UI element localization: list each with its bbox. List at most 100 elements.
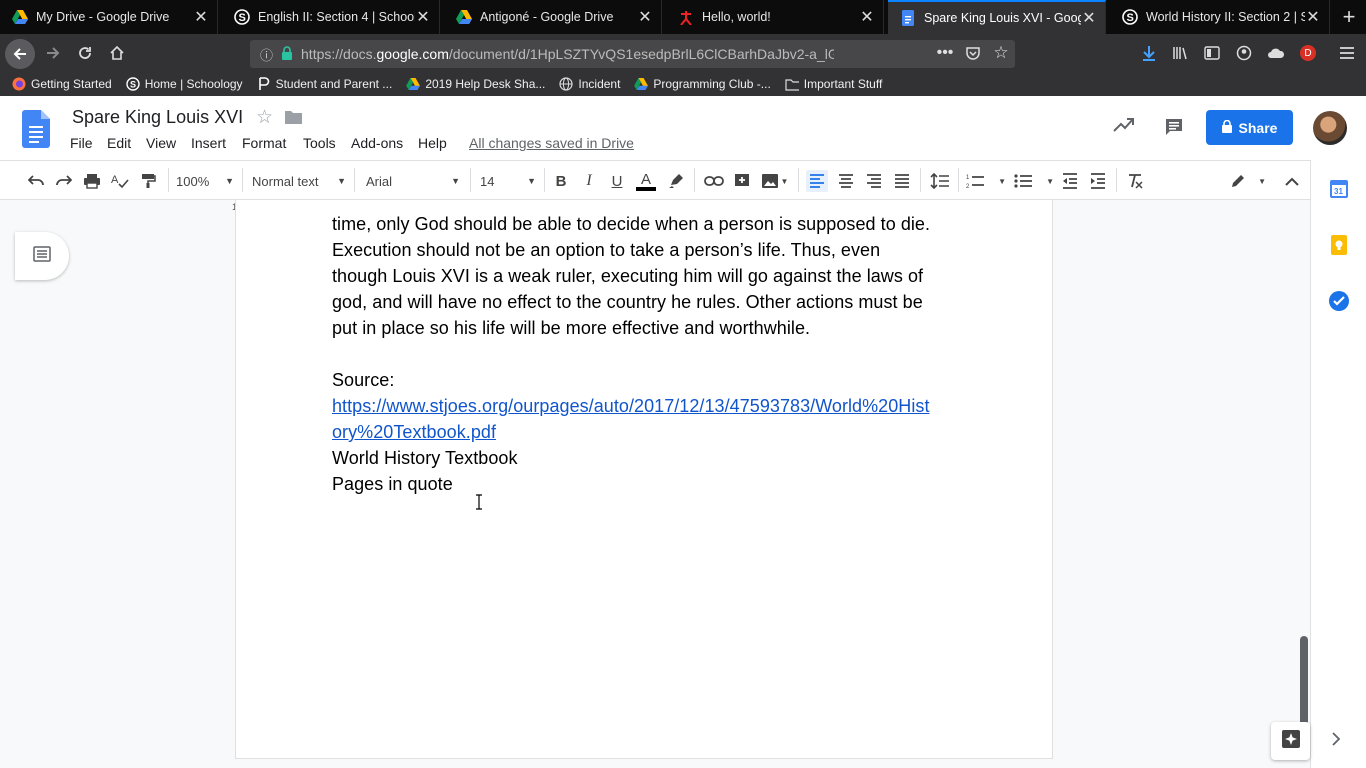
avatar[interactable] xyxy=(1313,111,1347,145)
increase-indent-icon[interactable] xyxy=(1087,170,1109,192)
google-docs-icon xyxy=(900,10,916,26)
menu-file[interactable]: File xyxy=(70,135,93,151)
info-icon[interactable]: ⓘ xyxy=(260,45,273,64)
bookmark-folder-important[interactable]: Important Stuff xyxy=(785,77,882,91)
line-spacing-icon[interactable] xyxy=(928,170,952,192)
star-icon[interactable]: ☆ xyxy=(256,106,273,129)
bookmark-home-schoology[interactable]: S Home | Schoology xyxy=(126,77,243,91)
italic-icon[interactable]: I xyxy=(579,170,599,192)
font-family-select[interactable]: Arial ▼ xyxy=(366,170,460,192)
pocket-icon[interactable] xyxy=(958,38,988,68)
source-link[interactable]: https://www.stjoes.org/ourpages/auto/201… xyxy=(332,396,930,417)
google-drive-icon xyxy=(456,9,472,25)
print-icon[interactable] xyxy=(81,170,103,192)
numbered-list-icon[interactable]: 1 2 ▼ xyxy=(966,170,1006,192)
align-right-icon[interactable] xyxy=(863,170,885,192)
home-button[interactable] xyxy=(102,38,132,68)
source-pages: Pages in quote xyxy=(332,474,453,494)
url-bar[interactable]: ⓘ https://docs. google.com/document/d/1Hp… xyxy=(250,40,1015,68)
menu-insert[interactable]: Insert xyxy=(191,135,226,151)
bookmark-help-desk[interactable]: 2019 Help Desk Sha... xyxy=(406,77,545,91)
share-button[interactable]: Share xyxy=(1206,110,1293,145)
keep-icon[interactable] xyxy=(1331,235,1347,260)
reload-button[interactable] xyxy=(70,38,100,68)
menu-tools[interactable]: Tools xyxy=(303,135,336,151)
tab-title: Spare King Louis XVI - Google D xyxy=(924,11,1081,25)
back-button[interactable] xyxy=(5,39,35,69)
tab-english-schoology[interactable]: S English II: Section 4 | Schoolog ✕ xyxy=(222,0,440,34)
zoom-select[interactable]: 100% ▼ xyxy=(176,170,234,192)
bookmark-student-parent[interactable]: Student and Parent ... xyxy=(257,77,393,91)
save-status[interactable]: All changes saved in Drive xyxy=(469,135,634,151)
calendar-icon[interactable]: 31 xyxy=(1330,180,1348,203)
bulleted-list-icon[interactable]: ▼ xyxy=(1014,170,1054,192)
close-icon[interactable]: ✕ xyxy=(1081,8,1097,28)
close-icon[interactable]: ✕ xyxy=(637,7,653,27)
tab-antigone-drive[interactable]: Antigoné - Google Drive ✕ xyxy=(444,0,662,34)
align-center-icon[interactable] xyxy=(835,170,857,192)
docs-logo-icon[interactable] xyxy=(22,110,50,153)
bookmark-getting-started[interactable]: Getting Started xyxy=(12,77,112,91)
document-title[interactable]: Spare King Louis XVI xyxy=(72,107,243,128)
hamburger-menu-icon[interactable] xyxy=(1332,38,1362,68)
library-icon[interactable] xyxy=(1165,38,1195,68)
decrease-indent-icon[interactable] xyxy=(1059,170,1081,192)
menu-addons[interactable]: Add-ons xyxy=(351,135,403,151)
activity-trend-icon[interactable] xyxy=(1113,117,1135,138)
comments-icon[interactable] xyxy=(1164,117,1184,142)
text-color-icon[interactable]: A xyxy=(635,170,657,192)
move-folder-icon[interactable] xyxy=(285,110,302,129)
schoology-icon: S xyxy=(126,77,140,91)
align-justify-icon[interactable] xyxy=(891,170,913,192)
bookmark-star-icon[interactable]: ☆ xyxy=(986,38,1016,68)
bookmark-label: Student and Parent ... xyxy=(275,77,393,91)
paint-format-icon[interactable] xyxy=(137,170,159,192)
profile-badge[interactable]: D xyxy=(1293,38,1323,68)
globe-icon xyxy=(559,77,573,91)
sidebar-icon[interactable] xyxy=(1197,38,1227,68)
account-icon[interactable] xyxy=(1229,38,1259,68)
menu-view[interactable]: View xyxy=(146,135,176,151)
close-icon[interactable]: ✕ xyxy=(193,7,209,27)
tab-spare-king-louis[interactable]: Spare King Louis XVI - Google D ✕ xyxy=(888,0,1106,34)
undo-icon[interactable] xyxy=(25,170,47,192)
font-size-select[interactable]: 14 ▼ xyxy=(480,170,536,192)
extension-cloud-icon[interactable] xyxy=(1261,38,1291,68)
editing-mode-select[interactable]: ▼ xyxy=(1230,170,1266,192)
forward-button[interactable] xyxy=(38,38,68,68)
vertical-scrollbar[interactable] xyxy=(1300,636,1308,736)
highlight-color-icon[interactable] xyxy=(665,170,687,192)
page-actions-icon[interactable]: ••• xyxy=(930,38,960,68)
bookmark-incident[interactable]: Incident xyxy=(559,77,620,91)
menu-help[interactable]: Help xyxy=(418,135,447,151)
url-prefix: https://docs. xyxy=(301,46,377,62)
tab-my-drive[interactable]: My Drive - Google Drive ✕ xyxy=(0,0,218,34)
source-link-continued[interactable]: ory%20Textbook.pdf xyxy=(332,422,496,443)
document-outline-button[interactable] xyxy=(15,232,69,280)
new-tab-button[interactable]: + xyxy=(1332,0,1366,34)
expand-panel-icon[interactable] xyxy=(1331,732,1341,751)
menu-edit[interactable]: Edit xyxy=(107,135,131,151)
close-icon[interactable]: ✕ xyxy=(415,7,431,27)
close-icon[interactable]: ✕ xyxy=(859,7,875,27)
tab-world-history-schoology[interactable]: S World History II: Section 2 | Sc ✕ xyxy=(1110,0,1330,34)
explore-button[interactable] xyxy=(1271,722,1310,760)
tasks-icon[interactable] xyxy=(1329,291,1349,316)
menu-format[interactable]: Format xyxy=(242,135,286,151)
close-icon[interactable]: ✕ xyxy=(1305,7,1321,27)
dropdown-arrow-icon: ▼ xyxy=(780,176,789,186)
underline-icon[interactable]: U xyxy=(607,170,627,192)
insert-image-icon[interactable]: ▼ xyxy=(759,170,791,192)
insert-link-icon[interactable] xyxy=(702,170,726,192)
add-comment-icon[interactable] xyxy=(731,170,753,192)
align-left-icon[interactable] xyxy=(806,170,828,192)
spellcheck-icon[interactable]: A xyxy=(109,170,131,192)
downloads-icon[interactable] xyxy=(1134,38,1164,68)
bookmark-programming-club[interactable]: Programming Club -... xyxy=(634,77,771,91)
paragraph-style-select[interactable]: Normal text ▼ xyxy=(252,170,346,192)
clear-formatting-icon[interactable] xyxy=(1124,170,1146,192)
redo-icon[interactable] xyxy=(53,170,75,192)
bold-icon[interactable]: B xyxy=(551,170,571,192)
collapse-toolbar-icon[interactable] xyxy=(1281,170,1303,192)
tab-hello-world[interactable]: Hello, world! ✕ xyxy=(666,0,884,34)
